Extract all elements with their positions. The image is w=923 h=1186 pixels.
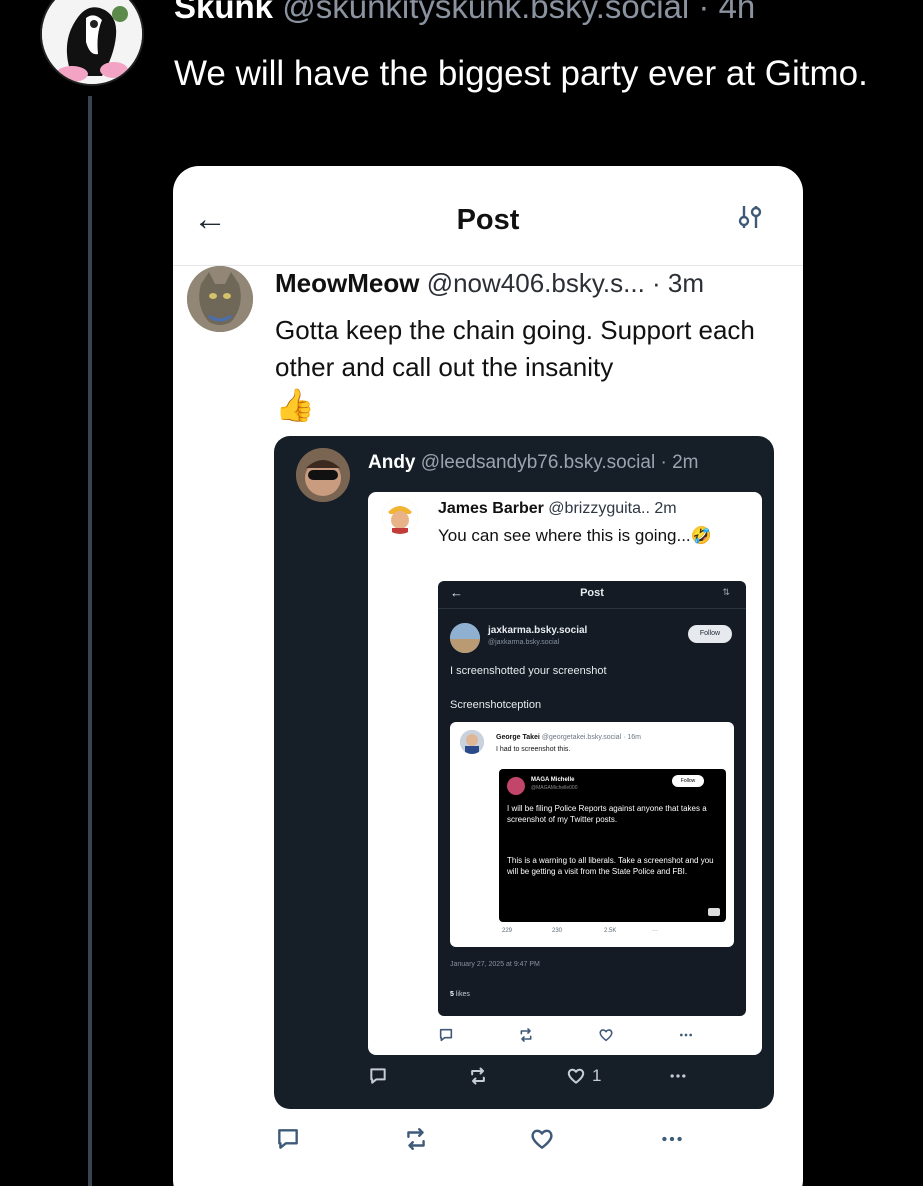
thumbs-up-emoji: 👍 [275, 387, 315, 423]
author-handle: @georgetakei.bsky.social [541, 734, 622, 741]
more-icon: ··· [652, 928, 658, 934]
avatar [450, 623, 480, 653]
repost-count: 230 [552, 928, 563, 934]
reply-icon [438, 1027, 454, 1043]
video-badge-icon [708, 908, 720, 916]
like-icon [598, 1027, 614, 1043]
author-name: MAGA Michelle [531, 777, 575, 783]
author-handle: @jaxkarma.bsky.social [488, 639, 560, 646]
avatar[interactable] [40, 0, 144, 86]
post-text-secondary: This is a warning to all liberals. Take … [507, 856, 714, 876]
author-name: George Takei [496, 734, 540, 741]
quoted-screenshot: ← Post ⇅ jaxkarma.bsky.social @jaxkarma.… [438, 581, 746, 1016]
author-name: jaxkarma.bsky.social [488, 625, 588, 636]
like-count: 2.5K [604, 928, 617, 934]
embedded-screenshot[interactable]: ← Post MeowMeow @now406.bsky.s... · 3m G… [173, 166, 803, 1186]
more-icon [678, 1027, 694, 1043]
author-handle: @now406.bsky.s... [426, 268, 645, 298]
post-text: I will be filing Police Reports against … [507, 804, 707, 824]
quoted-screenshot: MAGA Michelle @MAGAMichelle000 Follow I … [499, 769, 726, 922]
like-count: 1 [592, 1066, 602, 1085]
post-header: James Barber @brizzyguita.. 2m [438, 500, 677, 518]
post-time: · 16m [623, 734, 642, 741]
post-time: · 4h [698, 0, 756, 25]
likes-count: 5 [450, 991, 454, 998]
likes-summary: 5 likes [450, 991, 470, 998]
post-text: Gotta keep the chain going. Support each… [275, 315, 755, 382]
post-time: · 3m [652, 268, 705, 298]
post-text: We will have the biggest party ever at G… [174, 54, 868, 93]
post-actions: 1 [368, 1066, 698, 1092]
sliders-icon: ⇅ [722, 587, 730, 597]
author-name[interactable]: Skunk [174, 0, 273, 25]
screenshot-title: Post [456, 204, 520, 236]
quoted-screenshot: George Takei @georgetakei.bsky.social · … [450, 722, 734, 947]
reply-icon [368, 1066, 388, 1086]
follow-button: Follow [672, 775, 704, 787]
post-header: Skunk @skunkityskunk.bsky.social · 4h [174, 0, 755, 26]
post-time: · 2m [660, 452, 699, 473]
author-name: MeowMeow [275, 268, 420, 298]
author-handle: @brizzyguita.. [548, 500, 650, 517]
post-text-secondary: Screenshotception [450, 699, 542, 711]
follow-button: Follow [688, 625, 732, 643]
avatar [460, 730, 484, 754]
screenshot-header-bar: ← Post ⇅ [438, 581, 746, 609]
avatar [296, 448, 350, 502]
reply-count: 229 [502, 928, 513, 934]
author-name: Andy [368, 452, 416, 473]
avatar [507, 777, 525, 795]
likes-label: likes [455, 991, 470, 998]
author-handle[interactable]: @skunkityskunk.bsky.social [282, 0, 689, 25]
post-stats: 229 230 2.5K ··· [496, 928, 696, 940]
more-icon [668, 1066, 688, 1086]
avatar [382, 498, 418, 534]
post-actions [275, 1126, 695, 1156]
thread-line [88, 96, 92, 1186]
author-handle: @leedsandyb76.bsky.social [420, 452, 656, 473]
repost-icon [468, 1066, 488, 1086]
screenshot-header-bar: ← Post [173, 166, 803, 266]
post-header: MeowMeow @now406.bsky.s... · 3m [275, 268, 704, 299]
like-icon [566, 1066, 586, 1086]
post-actions [438, 1027, 718, 1047]
post-text: You can see where this is going...🤣 [438, 526, 712, 545]
post-text: I had to screenshot this. [496, 746, 571, 753]
avatar[interactable] [187, 266, 253, 332]
repost-icon [403, 1126, 429, 1152]
like-icon [529, 1126, 555, 1152]
post-text: I screenshotted your screenshot [450, 665, 607, 677]
quoted-screenshot: Andy @leedsandyb76.bsky.social · 2m Jame… [274, 436, 774, 1109]
post-header: George Takei @georgetakei.bsky.social · … [496, 734, 641, 741]
post-time: 2m [654, 500, 677, 517]
reply-icon [275, 1126, 301, 1152]
screenshot-title: Post [580, 587, 604, 599]
author-handle: @MAGAMichelle000 [531, 785, 578, 791]
post-date: January 27, 2025 at 9:47 PM [450, 961, 540, 968]
quoted-screenshot: James Barber @brizzyguita.. 2m You can s… [368, 492, 762, 1055]
post-header: Andy @leedsandyb76.bsky.social · 2m [368, 452, 698, 474]
author-name: James Barber [438, 500, 544, 517]
repost-icon [518, 1027, 534, 1043]
more-icon [659, 1126, 685, 1152]
sliders-icon [737, 204, 763, 235]
